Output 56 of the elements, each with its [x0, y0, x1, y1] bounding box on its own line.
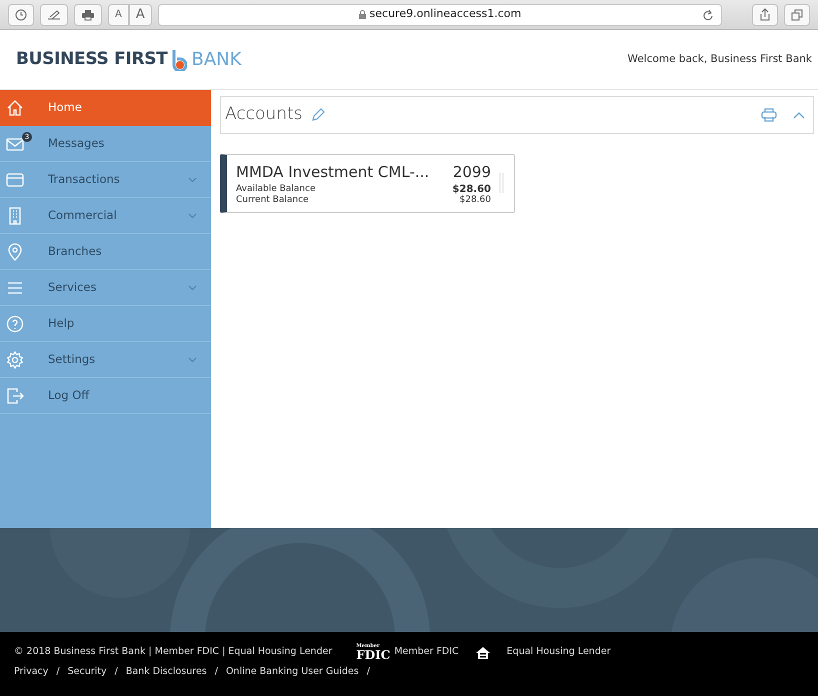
address-bar[interactable]: secure9.onlineaccess1.com [158, 4, 722, 26]
bank-logo: BUSINESS FIRST BANK [16, 48, 242, 73]
share-icon [759, 8, 771, 21]
footer-link[interactable]: Bank Disclosures [126, 665, 207, 680]
clock-icon [15, 8, 27, 20]
accounts-title: Accounts [225, 103, 302, 126]
print-button[interactable] [74, 4, 102, 26]
housing-label: Equal Housing Lender [506, 645, 611, 660]
sidebar-item[interactable]: Home [0, 90, 211, 126]
sign-button[interactable] [40, 4, 68, 26]
link-separator: / [214, 665, 218, 679]
copyright-text: © 2018 Business First Bank | Member FDIC | Equal Housing Lender [14, 645, 332, 660]
help-icon [6, 314, 24, 332]
link-separator: / [114, 665, 118, 679]
settings-icon [6, 350, 24, 368]
balance-label: Current Balance [236, 194, 309, 206]
footer-link[interactable]: Privacy [14, 665, 48, 680]
footer-link[interactable]: Online Banking User Guides [226, 665, 359, 680]
balance-label: Available Balance [236, 184, 316, 194]
sidebar-item[interactable]: Settings [0, 342, 211, 378]
home-icon [6, 98, 24, 116]
reload-icon[interactable] [702, 9, 713, 22]
location-pin-icon [6, 242, 24, 260]
balance-amount: $28.60 [460, 194, 491, 206]
history-button[interactable] [8, 4, 34, 26]
link-separator: / [56, 665, 60, 679]
link-separator: / [366, 665, 370, 679]
printer-icon[interactable] [761, 108, 777, 122]
printer-icon [81, 8, 95, 20]
text-larger-button[interactable]: A [128, 4, 152, 26]
text-smaller-button[interactable]: A [108, 4, 129, 26]
tabs-button[interactable] [784, 4, 810, 26]
share-button[interactable] [752, 4, 778, 26]
lock-icon [358, 10, 366, 19]
drag-handle-icon[interactable] [499, 172, 504, 194]
balance-amount: $28.60 [452, 184, 491, 194]
account-number: 2099 [452, 162, 491, 183]
signature-icon [47, 10, 61, 20]
footer-link[interactable]: Security [68, 665, 107, 680]
house-icon [474, 646, 491, 660]
welcome-message: Welcome back, Business First Bank [628, 52, 812, 67]
b-mark-icon [171, 49, 188, 72]
credit-card-icon [6, 170, 24, 188]
fdic-label: Member FDIC [394, 645, 459, 660]
sidebar-item[interactable]: Log Off [0, 378, 211, 414]
pencil-icon[interactable] [310, 108, 324, 122]
sidebar-item[interactable]: Branches [0, 234, 211, 270]
sidebar-item[interactable]: Transactions [0, 162, 211, 198]
sidebar-item[interactable]: Services [0, 270, 211, 306]
account-name: MMDA Investment CML-... [236, 162, 430, 183]
sidebar-item[interactable]: Commercial [0, 198, 211, 234]
log-out-icon [6, 386, 24, 404]
account-card[interactable]: MMDA Investment CML-... 2099 Available Balance $28.60 Current Balance $28.60 [220, 154, 515, 212]
windows-icon [791, 8, 803, 20]
sidebar-item[interactable]: Help [0, 306, 211, 342]
chevron-up-icon[interactable] [793, 111, 805, 119]
